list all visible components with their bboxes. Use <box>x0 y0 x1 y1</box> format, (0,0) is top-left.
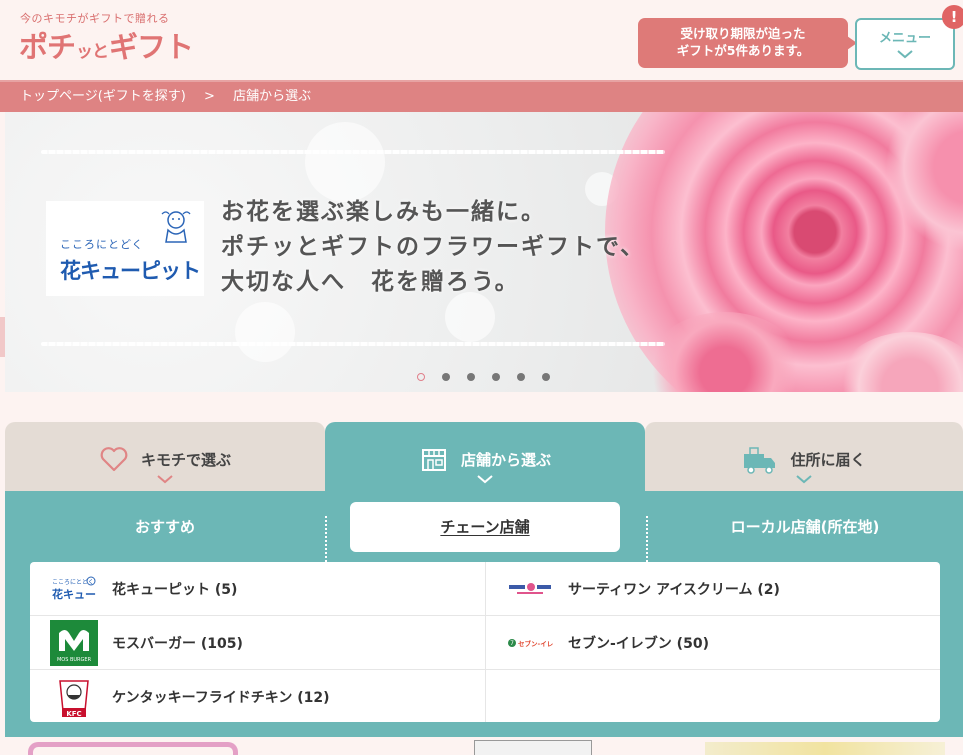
store-item-kfc[interactable]: KFC ケンタッキーフライドチキン (12) <box>30 670 484 723</box>
selection-tabs: キモチで選ぶ 店舗から選ぶ 住所に届く <box>5 422 963 492</box>
menu-label: メニュー <box>878 31 931 46</box>
tab-label: キモチで選ぶ <box>140 450 231 469</box>
store-icon <box>421 449 446 471</box>
carousel-dot[interactable] <box>517 373 525 381</box>
tab-address[interactable]: 住所に届く <box>645 422 963 492</box>
hana-cupid-logo: こころにとどく 花キューピット <box>46 201 204 296</box>
logo-text-2: ッと <box>76 41 109 62</box>
carousel-dot[interactable] <box>442 373 450 381</box>
hero-copy-line-2: ポチッとギフトのフラワーギフトで、 <box>221 234 646 260</box>
store-item-seven-eleven[interactable]: 7 セブン-イレブン セブン-イレブン (50) <box>485 616 939 669</box>
tab-store[interactable]: 店舗から選ぶ <box>325 422 645 492</box>
hero-copy: お花を選ぶ楽しみも一緒に。 ポチッとギフトのフラワーギフトで、 大切な人へ 花を… <box>221 195 645 300</box>
store-panel: おすすめ チェーン店舗 ローカル店舗(所在地) こころにとどく 花キューピット … <box>5 491 963 737</box>
tab-label: 店舗から選ぶ <box>460 450 551 469</box>
store-name: モスバーガー (105) <box>112 635 243 652</box>
store-item-hana-cupid[interactable]: こころにとどく 花キューピット 花キューピット (5) <box>30 562 484 615</box>
logo-text-1: ポチ <box>19 30 76 64</box>
store-subtabs: おすすめ チェーン店舗 ローカル店舗(所在地) <box>5 502 963 562</box>
breadcrumb-home[interactable]: トップページ(ギフトを探す) <box>20 89 186 104</box>
breadcrumb-separator: > <box>204 89 215 104</box>
store-item-empty <box>485 670 939 722</box>
menu-button[interactable]: メニュー <box>855 18 955 70</box>
hero-divider-bottom <box>41 342 665 346</box>
kfc-logo: KFC <box>50 674 98 720</box>
store-item-mos-burger[interactable]: MOS BURGER モスバーガー (105) <box>30 616 484 669</box>
store-list: こころにとどく 花キューピット 花キューピット (5) サーティワ <box>30 562 940 722</box>
subtab-recommended[interactable]: おすすめ <box>5 502 325 552</box>
next-section-card <box>28 742 238 755</box>
carousel-dot[interactable] <box>542 373 550 381</box>
store-row: MOS BURGER モスバーガー (105) 7 セブン-イレブン セブン-イ… <box>30 616 940 670</box>
notice-line-2: ギフトが5件あります。 <box>676 43 810 58</box>
next-section-card <box>705 742 945 755</box>
baskin-robbins-logo <box>506 566 554 612</box>
store-name: サーティワン アイスクリーム (2) <box>568 581 780 598</box>
hero-divider-top <box>41 150 665 154</box>
store-name: ケンタッキーフライドチキン (12) <box>112 689 330 706</box>
hero-copy-line-1: お花を選ぶ楽しみも一緒に。 <box>221 199 546 225</box>
svg-text:7: 7 <box>510 640 514 647</box>
heart-icon <box>100 447 128 472</box>
chevron-down-icon <box>796 475 812 484</box>
hero-copy-line-3: 大切な人へ 花を贈ろう。 <box>221 269 520 295</box>
seven-eleven-logo: 7 セブン-イレブン <box>506 620 554 666</box>
subtab-chain-stores[interactable]: チェーン店舗 <box>350 502 620 552</box>
delivery-truck-icon <box>744 447 776 474</box>
next-section-card <box>474 740 592 755</box>
carousel-dot[interactable] <box>467 373 475 381</box>
mos-burger-logo: MOS BURGER <box>50 619 98 666</box>
hana-cupid-logo-icon: こころにとどく 花キューピット <box>52 576 97 601</box>
svg-text:花キューピット: 花キューピット <box>52 587 97 601</box>
store-name: セブン-イレブン (50) <box>568 635 709 652</box>
chevron-down-icon <box>157 475 173 484</box>
mos-logo-text: MOS BURGER <box>57 657 92 663</box>
mos-burger-logo-icon: MOS BURGER <box>57 629 92 663</box>
chevron-down-icon <box>897 50 913 59</box>
expiry-notice-bubble[interactable]: 受け取り期限が迫った ギフトが5件あります。 <box>638 18 857 68</box>
chevron-down-icon <box>477 475 493 484</box>
store-name: 花キューピット (5) <box>112 581 238 598</box>
notification-badge: ! <box>942 5 963 29</box>
carousel-dots <box>417 373 550 381</box>
tab-kimochi[interactable]: キモチで選ぶ <box>5 422 325 492</box>
kfc-logo-icon: KFC <box>59 679 89 718</box>
brand-name: 花キューピット <box>60 259 201 283</box>
notice-line-1: 受け取り期限が迫った <box>680 26 806 41</box>
hana-cupid-logo: こころにとどく 花キューピット <box>50 566 98 612</box>
bokeh-light <box>235 302 295 362</box>
breadcrumb: トップページ(ギフトを探す) > 店舗から選ぶ <box>0 80 963 112</box>
store-row: こころにとどく 花キューピット 花キューピット (5) サーティワ <box>30 562 940 616</box>
seven-logo-text: セブン-イレブン <box>518 639 553 648</box>
carousel-dot[interactable] <box>417 373 425 381</box>
brand-subtitle: こころにとどく <box>60 238 144 251</box>
kfc-logo-text: KFC <box>66 710 81 718</box>
store-row: KFC ケンタッキーフライドチキン (12) <box>30 670 940 724</box>
seven-eleven-logo-icon: 7 セブン-イレブン <box>508 638 553 648</box>
store-item-thirty-one[interactable]: サーティワン アイスクリーム (2) <box>485 562 939 615</box>
tab-label: 住所に届く <box>790 450 866 469</box>
baskin-robbins-logo-icon <box>509 582 551 594</box>
cupid-mascot-icon <box>161 211 191 243</box>
breadcrumb-current: 店舗から選ぶ <box>233 89 312 104</box>
subtab-local-stores[interactable]: ローカル店舗(所在地) <box>647 502 963 552</box>
logo-text-3: ギフト <box>109 30 194 64</box>
bokeh-light <box>305 122 385 202</box>
hero-banner[interactable]: こころにとどく 花キューピット お花を選ぶ楽しみも一緒に。 ポチッとギフトのフラ… <box>5 112 963 392</box>
site-header: 今のキモチがギフトで贈れる ポチッとギフト 受け取り期限が迫った ギフトが5件あ… <box>0 0 963 80</box>
subtab-divider <box>325 516 327 562</box>
carousel-dot[interactable] <box>492 373 500 381</box>
site-logo[interactable]: ポチッとギフト <box>19 24 194 66</box>
